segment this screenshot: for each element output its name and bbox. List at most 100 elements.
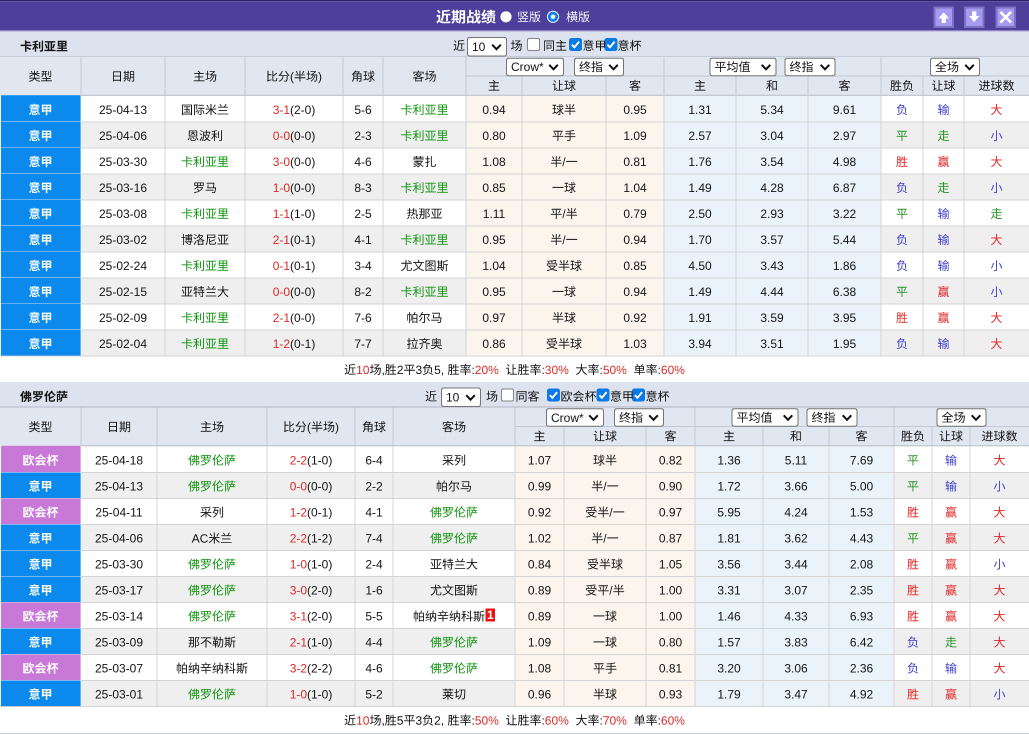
svg-text:25-03-16: 25-03-16 [99,181,147,195]
svg-text:5-6: 5-6 [354,103,372,117]
svg-text:2-1: 2-1 [273,311,291,325]
svg-text:(1-0): (1-0) [307,558,332,572]
svg-text:25-04-13: 25-04-13 [95,480,143,494]
svg-text:0-1: 0-1 [273,259,291,273]
svg-text:3.06: 3.06 [784,662,808,676]
svg-text:(0-1): (0-1) [290,259,315,273]
svg-text:1.46: 1.46 [717,610,741,624]
svg-text:1.86: 1.86 [833,259,857,273]
svg-text:1.36: 1.36 [717,454,741,468]
svg-text:3.07: 3.07 [784,584,808,598]
svg-text:5-5: 5-5 [365,610,383,624]
svg-text:10: 10 [472,40,486,54]
svg-text:3.54: 3.54 [760,155,784,169]
svg-text:0.81: 0.81 [623,155,647,169]
svg-text:4-4: 4-4 [365,636,383,650]
svg-text:2.97: 2.97 [833,129,857,143]
svg-text:(1-0): (1-0) [290,207,315,221]
svg-text:4.98: 4.98 [833,155,857,169]
svg-text:0.97: 0.97 [482,311,506,325]
svg-text:(2-2): (2-2) [307,662,332,676]
svg-text:1.02: 1.02 [528,532,552,546]
svg-text:3-1: 3-1 [273,103,291,117]
svg-text:0.95: 0.95 [623,103,647,117]
svg-text:7-7: 7-7 [354,337,372,351]
svg-text:1.04: 1.04 [482,259,506,273]
svg-text:2.36: 2.36 [850,662,874,676]
svg-text:0.79: 0.79 [623,207,647,221]
svg-text:3.43: 3.43 [760,259,784,273]
svg-text:Crow*: Crow* [511,60,544,74]
svg-text:0.96: 0.96 [528,688,552,702]
svg-text:1-0: 1-0 [290,558,308,572]
svg-text:2.08: 2.08 [850,558,874,572]
svg-text:1-0: 1-0 [290,688,308,702]
svg-text:1.76: 1.76 [688,155,712,169]
svg-text:1.81: 1.81 [717,532,741,546]
svg-text:(0-1): (0-1) [290,233,315,247]
svg-text:3-0: 3-0 [273,155,291,169]
svg-text:(2-0): (2-0) [307,584,332,598]
svg-text:0.90: 0.90 [659,480,683,494]
svg-text:(1-0): (1-0) [307,636,332,650]
svg-text:0.95: 0.95 [482,285,506,299]
svg-text:0.92: 0.92 [528,506,552,520]
svg-text:0.84: 0.84 [528,558,552,572]
svg-text:9.61: 9.61 [833,103,857,117]
svg-text:0.81: 0.81 [659,662,683,676]
svg-text:2-5: 2-5 [354,207,372,221]
svg-text:1.07: 1.07 [528,454,552,468]
svg-text:1.11: 1.11 [483,207,506,221]
svg-text:1.72: 1.72 [717,480,741,494]
svg-text:(0-0): (0-0) [290,311,315,325]
svg-text:1.05: 1.05 [659,558,683,572]
svg-text:(0-1): (0-1) [307,506,332,520]
svg-text:3-4: 3-4 [354,259,372,273]
svg-text:6.93: 6.93 [850,610,874,624]
svg-text:4.92: 4.92 [850,688,874,702]
svg-text:5.11: 5.11 [785,454,808,468]
svg-text:0.89: 0.89 [528,610,552,624]
svg-text:2.50: 2.50 [688,207,712,221]
svg-text:(0-0): (0-0) [307,480,332,494]
svg-text:25-03-14: 25-03-14 [95,610,143,624]
svg-text:25-02-24: 25-02-24 [99,259,147,273]
svg-text:4.28: 4.28 [760,181,784,195]
svg-text:8-2: 8-2 [354,285,372,299]
svg-text:7-6: 7-6 [354,311,372,325]
svg-text:25-04-11: 25-04-11 [95,506,142,520]
svg-text:0-0: 0-0 [290,480,308,494]
svg-text:Crow*: Crow* [551,411,584,425]
svg-text:3.62: 3.62 [784,532,808,546]
svg-text:0.92: 0.92 [623,311,647,325]
svg-text:0.86: 0.86 [482,337,506,351]
svg-text:(0-0): (0-0) [290,155,315,169]
svg-text:3.94: 3.94 [688,337,712,351]
svg-text:0.97: 0.97 [659,506,683,520]
svg-text:1.91: 1.91 [688,311,712,325]
svg-text:2.93: 2.93 [760,207,784,221]
svg-text:1.04: 1.04 [623,181,647,195]
svg-text:2-1: 2-1 [290,636,308,650]
svg-text:0-0: 0-0 [273,129,291,143]
svg-text:2.57: 2.57 [688,129,712,143]
svg-text:4-6: 4-6 [354,155,372,169]
svg-text:2-2: 2-2 [290,454,308,468]
svg-text:4.33: 4.33 [784,610,808,624]
svg-text:4-1: 4-1 [354,233,372,247]
svg-text:0.85: 0.85 [482,181,506,195]
svg-text:3.31: 3.31 [717,584,741,598]
svg-text:2-4: 2-4 [365,558,383,572]
svg-text:4.50: 4.50 [688,259,712,273]
svg-text:1.09: 1.09 [528,636,552,650]
svg-text:1.03: 1.03 [623,337,647,351]
svg-text:(1-0): (1-0) [307,454,332,468]
svg-text:0.80: 0.80 [482,129,506,143]
svg-text:0.94: 0.94 [482,103,506,117]
svg-text:2-2: 2-2 [290,532,308,546]
svg-text:2-2: 2-2 [365,480,383,494]
svg-text:25-04-18: 25-04-18 [95,454,143,468]
svg-text:0.82: 0.82 [659,454,683,468]
svg-text:0.94: 0.94 [623,285,647,299]
svg-text:1.00: 1.00 [659,610,683,624]
